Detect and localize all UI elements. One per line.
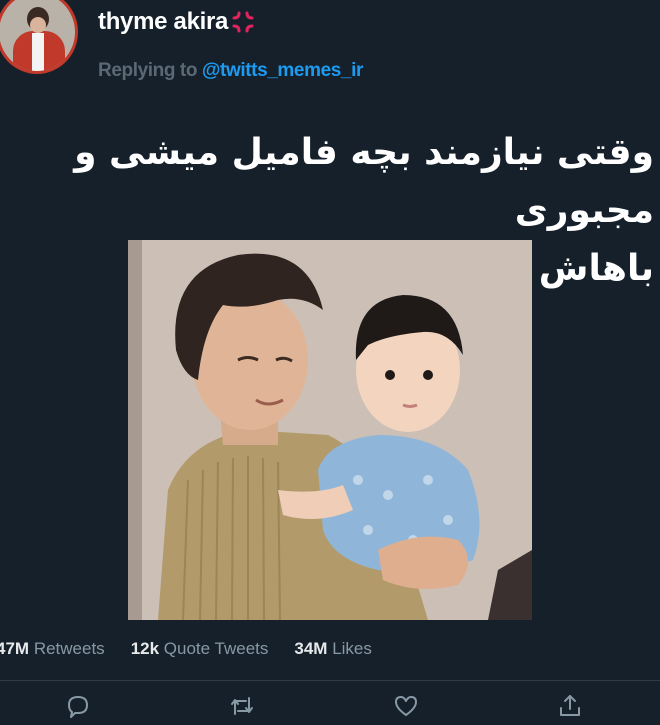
action-bar	[0, 690, 660, 720]
heart-icon[interactable]	[392, 692, 420, 720]
likes-label: Likes	[332, 639, 372, 658]
quote-tweets-count: 12k	[130, 639, 160, 658]
tweet-photo[interactable]	[128, 240, 532, 620]
likes-stat[interactable]: 34M Likes	[294, 639, 372, 659]
tweet-stats: 47M Retweets 12k Quote Tweets 34M Likes	[0, 639, 398, 659]
author-name[interactable]: thyme akira	[98, 8, 228, 36]
retweets-count: 47M	[0, 639, 30, 658]
quote-tweets-label: Quote Tweets	[163, 639, 269, 658]
anger-symbol-icon	[230, 9, 256, 35]
replying-to: Replying to @twitts_memes_ir	[98, 60, 363, 82]
tweet-text-line-1: وقتی نیازمند بچه فامیل میشی و مجبوری	[74, 132, 654, 231]
avatar[interactable]	[0, 0, 78, 74]
quote-tweets-stat[interactable]: 12k Quote Tweets	[131, 639, 269, 659]
photo-man-holding-baby	[128, 240, 532, 620]
retweet-icon[interactable]	[228, 692, 256, 720]
divider	[0, 680, 660, 681]
replying-to-handle[interactable]: @twitts_memes_ir	[202, 60, 363, 81]
retweets-label: Retweets	[33, 639, 105, 658]
author-row: thyme akira	[98, 8, 256, 36]
retweets-stat[interactable]: 47M Retweets	[0, 639, 105, 659]
reply-icon[interactable]	[64, 692, 92, 720]
likes-count: 34M	[294, 639, 328, 658]
share-icon[interactable]	[556, 692, 584, 720]
replying-to-label: Replying to	[98, 60, 202, 81]
